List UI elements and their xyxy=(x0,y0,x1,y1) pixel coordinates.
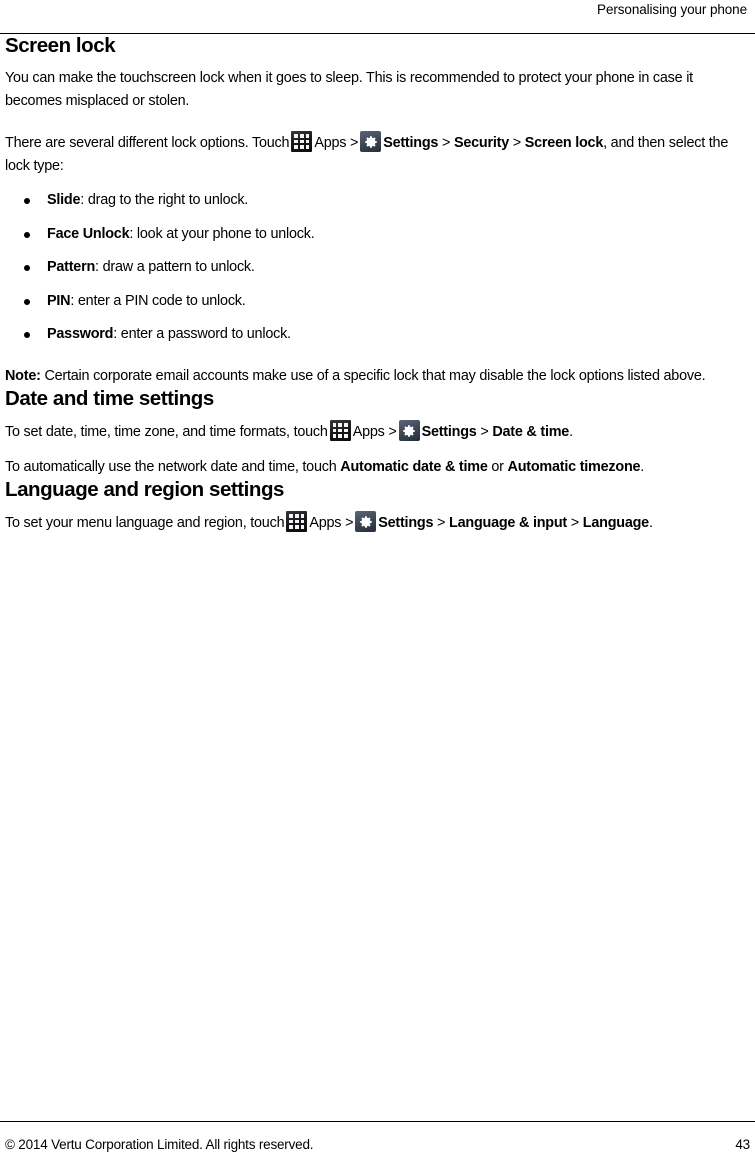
setting-automatic-date-time: Automatic date & time xyxy=(340,458,488,475)
breadcrumb-language: Language xyxy=(582,515,649,531)
lock-type-term: Pattern xyxy=(47,259,96,275)
screen-lock-intro-paragraph: You can make the touchscreen lock when i… xyxy=(5,70,693,109)
date-time-path-tail: . xyxy=(569,424,573,440)
bullet-dot-icon xyxy=(24,332,30,338)
path-separator: > xyxy=(570,515,579,531)
breadcrumb-screen-lock: Screen lock xyxy=(524,135,604,151)
date-time-path-lead: To set date, time, time zone, and time f… xyxy=(5,424,328,440)
page-footer: © 2014 Vertu Corporation Limited. All ri… xyxy=(5,1136,750,1154)
settings-label: Settings xyxy=(421,424,477,440)
apps-grid-dots xyxy=(294,134,310,149)
path-separator: > xyxy=(437,515,446,531)
running-header-title: Personalising your phone xyxy=(597,2,747,17)
path-separator: > xyxy=(442,135,451,151)
breadcrumb-date-time: Date & time xyxy=(492,424,570,440)
lock-type-list: Slide: drag to the right to unlock. Face… xyxy=(5,189,750,346)
breadcrumb-language-input: Language & input xyxy=(449,515,568,531)
bullet-dot-icon xyxy=(24,231,30,238)
lock-type-desc: : enter a PIN code to unlock. xyxy=(70,292,246,309)
apps-grid-icon xyxy=(291,131,313,152)
path-separator: > xyxy=(345,515,354,531)
automatic-date-time-tail: . xyxy=(640,458,645,475)
lock-type-desc: : look at your phone to unlock. xyxy=(129,225,315,242)
lock-type-term: Face Unlock xyxy=(47,225,130,242)
list-item: Password: enter a password to unlock. xyxy=(5,323,750,346)
language-path-paragraph: To set your menu language and region, to… xyxy=(5,511,750,535)
copyright-notice: © 2014 Vertu Corporation Limited. All ri… xyxy=(5,1137,314,1152)
note-label: Note: xyxy=(5,367,41,384)
screen-lock-path-paragraph: There are several different lock options… xyxy=(5,131,750,177)
screen-lock-path-lead: There are several different lock options… xyxy=(5,135,290,151)
date-time-path-paragraph: To set date, time, time zone, and time f… xyxy=(5,420,750,444)
apps-grid-icon xyxy=(329,420,351,441)
lock-type-term: Password xyxy=(47,326,114,342)
lock-type-desc: : drag to the right to unlock. xyxy=(80,192,249,208)
note-text: Certain corporate email accounts make us… xyxy=(40,367,706,384)
section-heading-screen-lock: Screen lock xyxy=(5,34,116,57)
lock-type-term: Slide xyxy=(47,192,81,208)
lock-type-desc: : enter a password to unlock. xyxy=(113,326,291,342)
gear-icon xyxy=(360,131,382,152)
section-heading-date-time: Date and time settings xyxy=(5,387,214,410)
automatic-date-time-lead: To automatically use the network date an… xyxy=(5,458,337,475)
apps-label: Apps xyxy=(352,424,385,440)
footer-divider xyxy=(0,1120,755,1122)
list-item: PIN: enter a PIN code to unlock. xyxy=(5,290,750,313)
gear-icon xyxy=(398,420,420,441)
apps-label: Apps xyxy=(314,135,347,151)
path-separator: > xyxy=(388,424,397,440)
settings-label: Settings xyxy=(378,515,434,531)
list-item: Slide: drag to the right to unlock. xyxy=(5,189,750,212)
path-separator: > xyxy=(480,424,489,440)
automatic-date-time-paragraph: To automatically use the network date an… xyxy=(5,456,750,479)
gear-icon xyxy=(355,511,377,532)
page-content: Screen lock You can make the touchscreen… xyxy=(5,34,750,535)
apps-grid-dots xyxy=(332,423,348,438)
lock-type-term: PIN xyxy=(47,292,71,309)
document-page: Personalising your phone Screen lock You… xyxy=(0,0,755,1162)
path-separator: > xyxy=(512,135,521,151)
screen-lock-note-paragraph: Note: Certain corporate email accounts m… xyxy=(5,365,750,388)
page-header: Personalising your phone xyxy=(0,0,755,34)
conjunction-or: or xyxy=(487,458,508,475)
apps-label: Apps xyxy=(309,515,342,531)
setting-automatic-timezone: Automatic timezone xyxy=(507,458,641,475)
language-path-lead: To set your menu language and region, to… xyxy=(5,515,285,531)
list-item: Pattern: draw a pattern to unlock. xyxy=(5,256,750,279)
bullet-dot-icon xyxy=(24,265,30,271)
bullet-dot-icon xyxy=(24,198,30,204)
page-number: 43 xyxy=(735,1137,750,1152)
section-heading-language: Language and region settings xyxy=(5,478,284,501)
language-path-tail: . xyxy=(648,515,653,531)
list-item: Face Unlock: look at your phone to unloc… xyxy=(5,223,750,246)
path-separator: > xyxy=(350,135,359,151)
breadcrumb-security: Security xyxy=(453,135,509,151)
apps-grid-icon xyxy=(286,511,308,532)
lock-type-desc: : draw a pattern to unlock. xyxy=(95,259,255,275)
settings-label: Settings xyxy=(383,135,439,151)
apps-grid-dots xyxy=(289,514,305,529)
bullet-dot-icon xyxy=(24,298,30,305)
